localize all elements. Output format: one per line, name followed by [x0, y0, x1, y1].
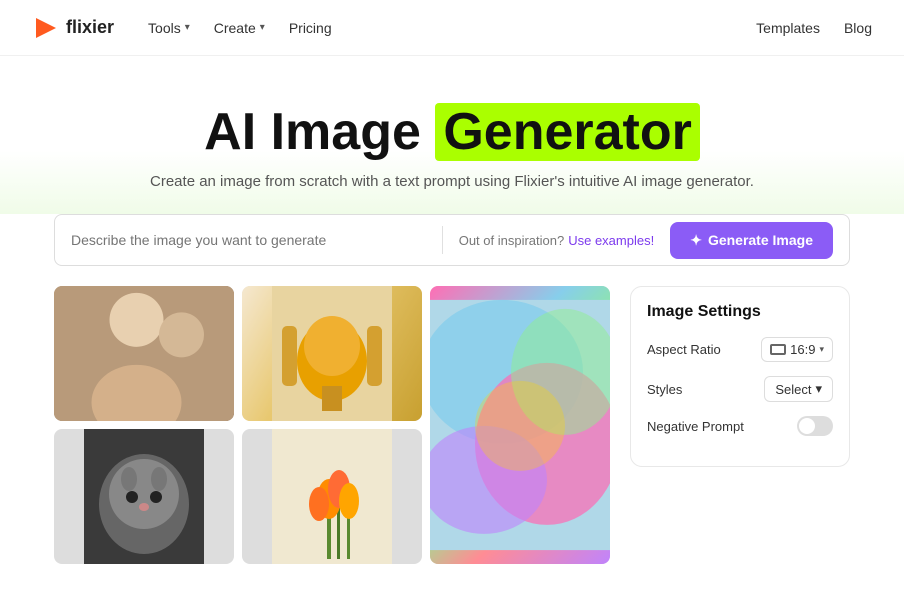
logo-text: flixier	[66, 17, 114, 38]
prompt-bar: Out of inspiration? Use examples! ✦ Gene…	[54, 214, 850, 266]
aspect-ratio-row: Aspect Ratio 16:9 ▾	[647, 337, 833, 362]
hero-title-highlight: Generator	[435, 103, 700, 161]
negative-prompt-toggle[interactable]	[797, 416, 833, 436]
prompt-input[interactable]	[71, 232, 426, 248]
nav-links: Tools ▾ Create ▾ Pricing	[138, 14, 342, 42]
gallery	[54, 286, 610, 564]
nav-templates[interactable]: Templates	[756, 20, 820, 36]
styles-label: Styles	[647, 382, 682, 397]
negative-prompt-label: Negative Prompt	[647, 419, 744, 434]
settings-title: Image Settings	[647, 303, 833, 321]
styles-value: Select	[775, 382, 811, 397]
styles-row: Styles Select ▾	[647, 376, 833, 402]
nav-right: Templates Blog	[756, 20, 872, 36]
aspect-ratio-value: 16:9	[790, 342, 815, 357]
nav-tools[interactable]: Tools ▾	[138, 14, 200, 42]
gallery-item-colorful[interactable]	[430, 286, 610, 564]
nav-pricing[interactable]: Pricing	[279, 14, 342, 42]
navbar: flixier Tools ▾ Create ▾ Pricing Templat…	[0, 0, 904, 56]
styles-control[interactable]: Select ▾	[764, 376, 833, 402]
aspect-ratio-label: Aspect Ratio	[647, 342, 721, 357]
main-content: Out of inspiration? Use examples! ✦ Gene…	[22, 214, 882, 596]
tools-chevron-icon: ▾	[185, 22, 190, 33]
prompt-divider	[442, 226, 443, 254]
gallery-item-women[interactable]	[54, 286, 234, 421]
hero-section: AI Image Generator Create an image from …	[0, 56, 904, 214]
gallery-settings-container: Image Settings Aspect Ratio 16:9 ▾ Style…	[54, 286, 850, 564]
image-settings-panel: Image Settings Aspect Ratio 16:9 ▾ Style…	[630, 286, 850, 467]
hero-subtitle: Create an image from scratch with a text…	[32, 173, 872, 190]
hero-title: AI Image Generator	[32, 104, 872, 161]
gallery-grid	[54, 286, 610, 564]
generate-button[interactable]: ✦ Generate Image	[670, 222, 833, 259]
ratio-icon	[770, 344, 786, 355]
nav-blog[interactable]: Blog	[844, 20, 872, 36]
inspiration-text: Out of inspiration?	[459, 233, 565, 248]
gallery-item-cat[interactable]	[54, 429, 234, 564]
generate-icon: ✦	[690, 232, 702, 249]
create-chevron-icon: ▾	[260, 22, 265, 33]
negative-prompt-row: Negative Prompt	[647, 416, 833, 436]
styles-chevron-icon: ▾	[815, 381, 822, 397]
gallery-item-chair[interactable]	[242, 286, 422, 421]
aspect-ratio-control[interactable]: 16:9 ▾	[761, 337, 833, 362]
logo[interactable]: flixier	[32, 14, 114, 42]
use-examples-link[interactable]: Use examples!	[568, 233, 654, 248]
nav-create[interactable]: Create ▾	[204, 14, 275, 42]
gallery-item-flowers[interactable]	[242, 429, 422, 564]
aspect-ratio-chevron-icon: ▾	[819, 344, 824, 355]
logo-icon	[32, 14, 60, 42]
